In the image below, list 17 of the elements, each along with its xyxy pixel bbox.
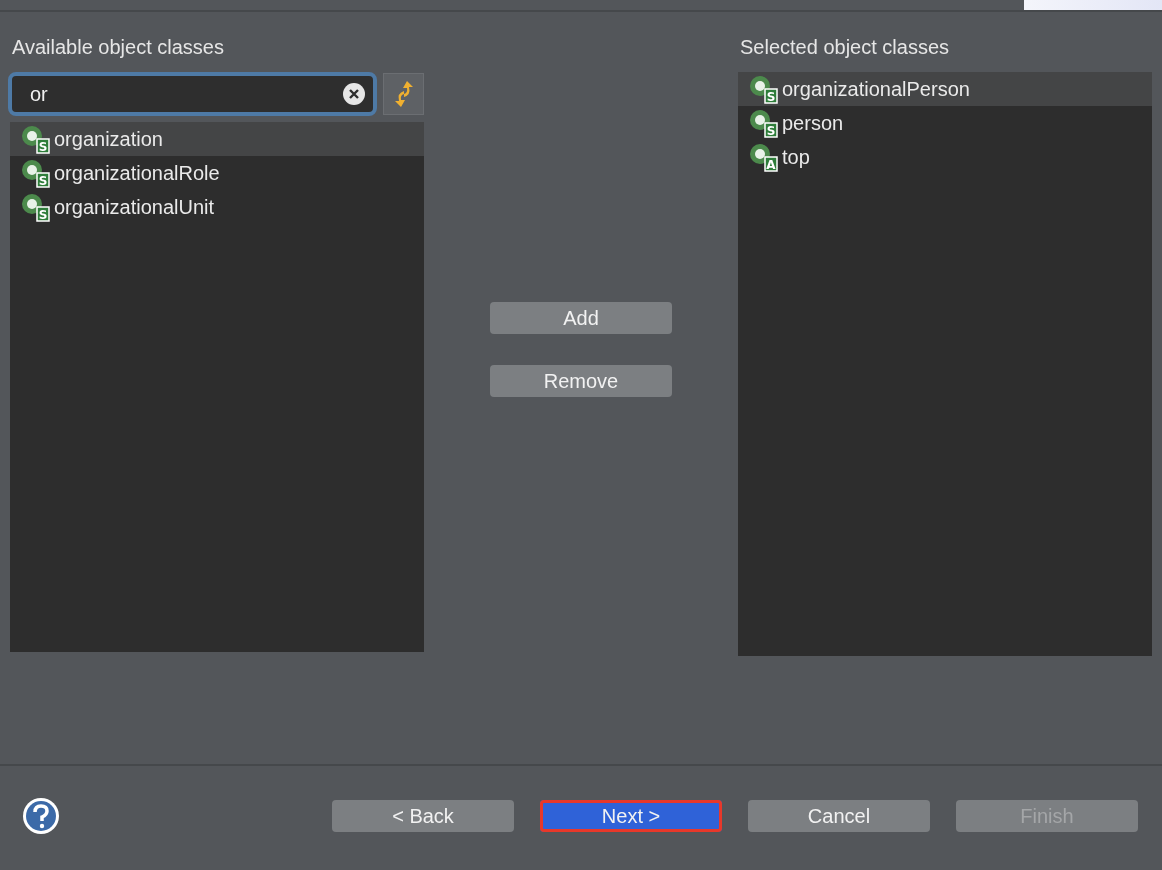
list-item[interactable]: S organizationalPerson [738,72,1152,106]
sync-button[interactable] [383,73,424,115]
list-item[interactable]: S organization [10,122,424,156]
panel-title: Available object classes [11,36,225,60]
dialog-button[interactable]: Cancel [748,800,930,832]
clear-icon[interactable] [343,83,366,105]
panel-title: Selected object classes [739,36,950,60]
list-item[interactable]: S organizationalRole [10,156,424,190]
list-item[interactable]: S organizationalUnit [10,190,424,224]
help-icon[interactable] [22,797,60,835]
dialog-button[interactable]: Next > [540,800,722,832]
list-item[interactable]: A top [738,140,1152,174]
search-field[interactable]: or [8,72,378,116]
dialog-button[interactable]: < Back [332,800,514,832]
action-button[interactable]: Add [490,302,672,334]
action-button[interactable]: Remove [490,365,672,397]
list-item[interactable]: S person [738,106,1152,140]
